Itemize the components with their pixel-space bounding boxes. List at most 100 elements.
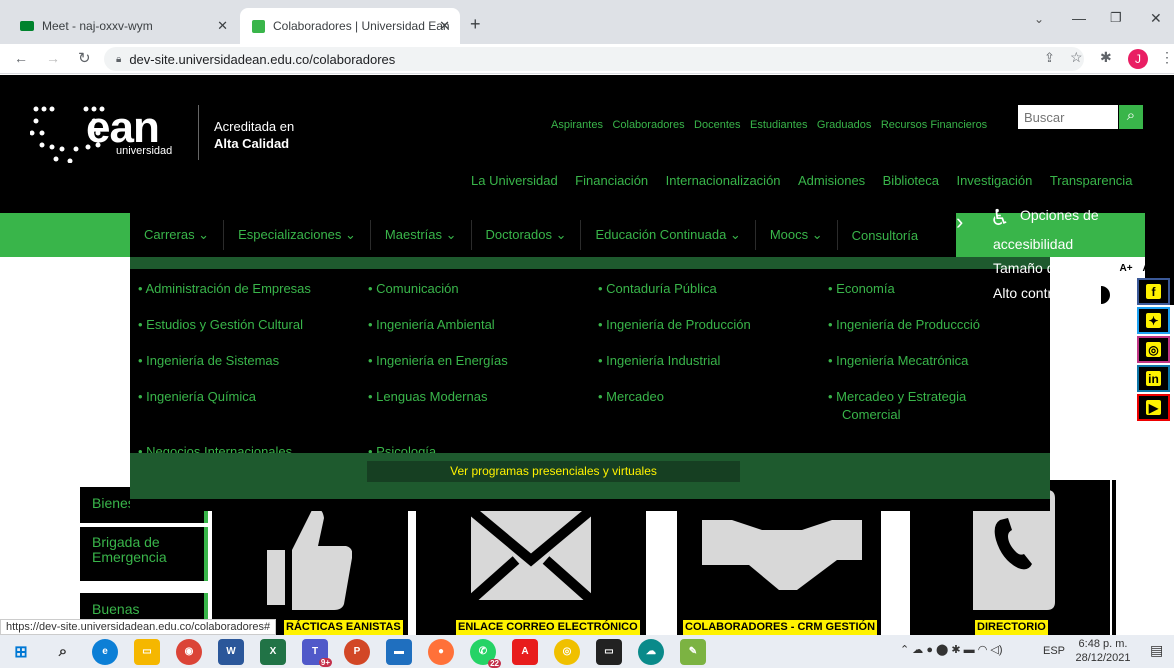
site-header: ean universidad Acreditada en Alta Calid…: [0, 75, 1174, 213]
terminal-icon[interactable]: ▭: [596, 638, 622, 665]
nav-carreras[interactable]: Carreras ⌄: [130, 220, 225, 250]
search-icon[interactable]: ⌕: [1119, 105, 1143, 129]
reload-icon[interactable]: ↻: [78, 49, 91, 67]
youtube-icon[interactable]: ▶: [1137, 394, 1170, 421]
url-text: dev-site.universidadean.edu.co/colaborad…: [129, 51, 396, 67]
browser-tab-bar: Meet - naj-oxxv-wym ✕ Colaboradores | Un…: [0, 0, 1174, 44]
main-link-biblioteca[interactable]: Biblioteca: [883, 173, 939, 188]
tab-colaboradores[interactable]: Colaboradores | Universidad Ean ✕: [240, 8, 460, 44]
word-icon[interactable]: W: [218, 638, 244, 665]
search-input[interactable]: [1018, 105, 1118, 129]
menu-item-continued[interactable]: Comercial: [842, 407, 901, 422]
contrast-toggle-icon[interactable]: [1090, 284, 1112, 306]
excel-icon[interactable]: X: [260, 638, 286, 665]
close-icon[interactable]: ✕: [217, 18, 228, 34]
menu-item[interactable]: Ingeniería de Produccció: [828, 317, 980, 332]
window-close-icon[interactable]: ✕: [1150, 10, 1162, 27]
menu-item[interactable]: Ingeniería de Producción: [598, 317, 751, 332]
chevron-right-icon[interactable]: ›: [956, 209, 963, 235]
close-icon[interactable]: ✕: [439, 18, 450, 34]
search-icon[interactable]: ⌕: [50, 639, 76, 665]
acrobat-icon[interactable]: A: [512, 638, 538, 665]
main-link-transparencia[interactable]: Transparencia: [1050, 173, 1133, 188]
card-label: RÁCTICAS EANISTAS: [284, 620, 403, 635]
forward-icon[interactable]: →: [46, 50, 60, 66]
app-icon[interactable]: ✎: [680, 638, 706, 665]
extensions-icon[interactable]: ✱: [1100, 49, 1112, 66]
edge-icon[interactable]: e: [92, 638, 118, 665]
share-icon[interactable]: ⇪: [1044, 50, 1055, 66]
main-link-internacionalizacion[interactable]: Internacionalización: [666, 173, 781, 188]
notifications-icon[interactable]: ▤: [1150, 642, 1163, 659]
accessibility-title: Opciones de: [1020, 207, 1099, 223]
language-indicator[interactable]: ESP: [1043, 645, 1065, 657]
firefox-icon[interactable]: ●: [428, 638, 454, 665]
minimize-icon[interactable]: —: [1072, 10, 1086, 26]
new-tab-icon[interactable]: +: [470, 14, 481, 35]
menu-item[interactable]: Ingeniería de Sistemas: [138, 353, 279, 368]
url-field[interactable]: 🔒︎ dev-site.universidadean.edu.co/colabo…: [104, 47, 1084, 71]
nav-maestrias[interactable]: Maestrías ⌄: [371, 220, 472, 250]
menu-item[interactable]: Mercadeo: [598, 389, 664, 404]
menu-item[interactable]: Lenguas Modernas: [368, 389, 487, 404]
increase-text-button[interactable]: A+: [1116, 259, 1136, 279]
profile-avatar[interactable]: J: [1128, 49, 1148, 69]
menu-item[interactable]: Ingeniería Química: [138, 389, 256, 404]
sidebar-brigada[interactable]: Brigada de Emergencia: [80, 527, 208, 581]
linkedin-icon[interactable]: in: [1137, 365, 1170, 392]
back-icon[interactable]: ←: [14, 50, 28, 66]
divider: [1112, 480, 1116, 635]
ean-logo[interactable]: ean universidad: [29, 103, 190, 164]
tab-meet[interactable]: Meet - naj-oxxv-wym ✕: [8, 8, 238, 44]
main-link-financiacion[interactable]: Financiación: [575, 173, 648, 188]
system-tray-icons[interactable]: ⌃ ☁ ● ⬤ ✱ ▬ ◠ ◁): [900, 643, 1003, 656]
ver-programas-link[interactable]: Ver programas presenciales y virtuales: [367, 461, 740, 482]
notification-badge: 9+: [318, 657, 332, 667]
nav-doctorados[interactable]: Doctorados ⌄: [472, 220, 582, 250]
nav-moocs[interactable]: Moocs ⌄: [756, 220, 838, 250]
file-explorer-icon[interactable]: ▭: [134, 638, 160, 665]
menu-item[interactable]: Mercadeo y Estrategia: [828, 389, 966, 404]
menu-item[interactable]: Comunicación: [368, 281, 458, 296]
teams-icon[interactable]: T 9+: [302, 638, 332, 667]
main-link-investigacion[interactable]: Investigación: [956, 173, 1032, 188]
powerpoint-icon[interactable]: P: [344, 638, 370, 665]
menu-item[interactable]: Ingeniería Ambiental: [368, 317, 495, 332]
card-label: ENLACE CORREO ELECTRÓNICO: [456, 620, 640, 635]
menu-item[interactable]: Ingeniería Industrial: [598, 353, 720, 368]
card-label: DIRECTORIO: [975, 620, 1048, 635]
restore-icon[interactable]: ❐: [1110, 10, 1122, 26]
nav-consultoria[interactable]: Consultoría: [838, 220, 932, 250]
menu-item[interactable]: Economía: [828, 281, 895, 296]
menu-item[interactable]: Ingeniería Mecatrónica: [828, 353, 968, 368]
top-link-colaboradores[interactable]: Colaboradores: [612, 119, 684, 131]
onedrive-icon[interactable]: ☁: [638, 638, 664, 665]
chrome-icon[interactable]: ◉: [176, 638, 202, 665]
top-link-docentes[interactable]: Docentes: [694, 119, 740, 131]
nav-especializaciones[interactable]: Especializaciones ⌄: [224, 220, 371, 250]
app-icon[interactable]: ▬: [386, 638, 412, 665]
tab-title: Colaboradores | Universidad Ean: [273, 19, 450, 33]
top-link-graduados[interactable]: Graduados: [817, 119, 871, 131]
main-link-universidad[interactable]: La Universidad: [471, 173, 558, 188]
facebook-icon[interactable]: f: [1137, 278, 1170, 305]
main-link-admisiones[interactable]: Admisiones: [798, 173, 865, 188]
nav-educacion-continuada[interactable]: Educación Continuada ⌄: [581, 220, 756, 250]
whatsapp-icon[interactable]: ✆ 22: [470, 638, 501, 668]
top-link-aspirantes[interactable]: Aspirantes: [551, 119, 603, 131]
menu-icon[interactable]: ⋮: [1160, 49, 1174, 66]
windows-start-icon[interactable]: ⊞: [8, 639, 34, 665]
clock[interactable]: 6:48 p. m. 28/12/2021: [1075, 637, 1131, 665]
menu-item[interactable]: Ingeniería en Energías: [368, 353, 508, 368]
instagram-icon[interactable]: ◎: [1137, 336, 1170, 363]
sidebar-label: Brigada de Emergencia: [92, 534, 167, 565]
top-link-estudiantes[interactable]: Estudiantes: [750, 119, 807, 131]
top-link-recursos[interactable]: Recursos Financieros: [881, 119, 987, 131]
menu-item[interactable]: Estudios y Gestión Cultural: [138, 317, 303, 332]
menu-item[interactable]: Contaduría Pública: [598, 281, 717, 296]
twitter-icon[interactable]: ✦: [1137, 307, 1170, 334]
star-icon[interactable]: ☆: [1070, 49, 1083, 66]
app-icon[interactable]: ◎: [554, 638, 580, 665]
menu-item[interactable]: Administración de Empresas: [138, 281, 310, 296]
chevron-down-icon[interactable]: ⌄: [1034, 12, 1044, 26]
